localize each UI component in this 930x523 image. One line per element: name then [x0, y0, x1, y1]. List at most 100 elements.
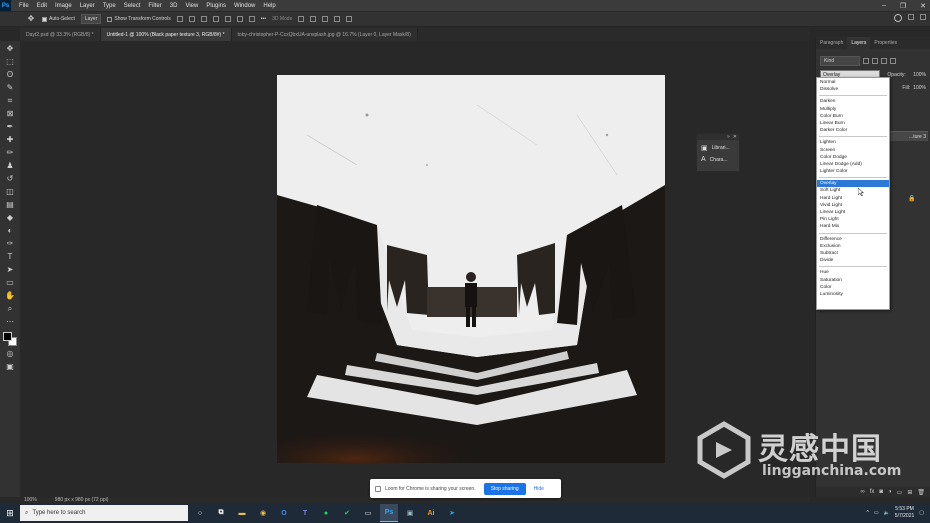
illustrator-icon[interactable]: Ai — [422, 504, 440, 522]
blend-mode-option[interactable]: Subtract — [817, 250, 889, 257]
layer-row[interactable]: ...ture 3 — [890, 131, 928, 141]
filter-shape-icon[interactable] — [890, 58, 896, 64]
blend-mode-option[interactable]: Saturation — [817, 277, 889, 284]
photoshop-taskbar-icon[interactable]: Ps — [380, 504, 398, 522]
blend-mode-dropdown[interactable]: Normal Dissolve Darken Multiply Color Burn Li… — [816, 77, 890, 310]
quick-select-icon[interactable]: ✎ — [5, 83, 15, 93]
blend-mode-option[interactable]: Hue — [817, 269, 889, 276]
healing-icon[interactable]: ✚ — [5, 135, 15, 145]
more-options-icon[interactable]: ••• — [261, 16, 266, 22]
blend-mode-option[interactable]: Color Burn — [817, 113, 889, 120]
blend-mode-option[interactable]: Linear Burn — [817, 120, 889, 127]
distribute-icon[interactable] — [248, 16, 255, 22]
blend-mode-option[interactable]: Screen — [817, 147, 889, 154]
hand-icon[interactable]: ✋ — [5, 291, 15, 301]
blend-mode-option[interactable]: Lighten — [817, 139, 889, 146]
eyedropper-icon[interactable]: ✒ — [5, 122, 15, 132]
menu-layer[interactable]: Layer — [76, 3, 99, 9]
type-icon[interactable]: T — [5, 252, 15, 262]
filter-type-icon[interactable] — [881, 58, 887, 64]
blend-mode-option[interactable]: Hard Light — [817, 195, 889, 202]
layer-kind-select[interactable]: Kind — [820, 56, 860, 66]
tray-arrow-icon[interactable]: ^ — [866, 510, 868, 516]
telegram-icon[interactable]: ➤ — [443, 504, 461, 522]
terminal-icon[interactable]: ▭ — [359, 504, 377, 522]
opacity-value[interactable]: 100% — [913, 72, 926, 78]
align-top-icon[interactable] — [212, 16, 219, 22]
chrome-icon[interactable]: ◉ — [254, 504, 272, 522]
frame-icon[interactable]: ⊠ — [5, 109, 15, 119]
minimize-icon[interactable]: – — [882, 2, 886, 9]
pan-3d-icon[interactable] — [322, 16, 329, 22]
libraries-button[interactable]: ▣ Librari... — [697, 140, 739, 152]
maximize-icon[interactable]: ❐ — [900, 2, 906, 10]
blend-mode-option[interactable]: Darker Color — [817, 127, 889, 134]
blend-mode-option[interactable]: Divide — [817, 257, 889, 264]
dodge-icon[interactable]: ◐ — [5, 226, 15, 236]
scale-3d-icon[interactable] — [346, 16, 353, 22]
file-explorer-icon[interactable]: ▬ — [233, 504, 251, 522]
blend-mode-option[interactable]: Pin Light — [817, 216, 889, 223]
blend-mode-option[interactable]: Multiply — [817, 106, 889, 113]
brush-icon[interactable]: ✏ — [5, 148, 15, 158]
blur-icon[interactable]: ◆ — [5, 213, 15, 223]
tab-document-1[interactable]: Dayt2.psd @ 33.3% (RGB/8) * — [20, 28, 101, 41]
blend-mode-option[interactable]: Normal — [817, 79, 889, 86]
close-icon[interactable]: ✕ — [920, 2, 926, 10]
auto-select-target-select[interactable]: Layer — [80, 14, 102, 24]
align-middle-icon[interactable] — [224, 16, 231, 22]
photoshop-logo[interactable]: Ps — [0, 0, 11, 11]
blend-mode-option[interactable]: Linear Dodge (Add) — [817, 161, 889, 168]
tab-properties[interactable]: Properties — [870, 37, 901, 49]
document-canvas[interactable] — [277, 75, 665, 463]
search-icon[interactable] — [894, 14, 902, 22]
clock[interactable]: 5:53 PM 5/7/2021 — [895, 506, 914, 520]
window-app-icon[interactable]: ▣ — [401, 504, 419, 522]
blend-mode-option[interactable]: Soft Light — [817, 187, 889, 194]
auto-select-checkbox[interactable]: Auto-Select — [42, 16, 75, 22]
history-brush-icon[interactable]: ↺ — [5, 174, 15, 184]
character-button[interactable]: A Chara... — [697, 152, 739, 163]
menu-image[interactable]: Image — [51, 3, 76, 9]
volume-icon[interactable]: 🔈 — [884, 510, 890, 516]
outlook-icon[interactable]: O — [275, 504, 293, 522]
delete-layer-icon[interactable]: 🗑 — [917, 489, 925, 496]
workspace-icon[interactable] — [908, 14, 914, 20]
menu-window[interactable]: Window — [230, 3, 259, 9]
marquee-icon[interactable]: ⬚ — [5, 57, 15, 67]
menu-edit[interactable]: Edit — [33, 3, 51, 9]
orbit-3d-icon[interactable] — [298, 16, 305, 22]
collapse-icon[interactable]: » — [727, 134, 730, 140]
stop-sharing-button[interactable]: Stop sharing — [483, 482, 526, 495]
blend-mode-option[interactable]: Darken — [817, 98, 889, 105]
foreground-color-swatch[interactable] — [3, 332, 12, 341]
menu-help[interactable]: Help — [259, 3, 279, 9]
roll-3d-icon[interactable] — [310, 16, 317, 22]
move-tool-preset-icon[interactable]: ✥ — [26, 14, 36, 24]
network-icon[interactable]: ▭ — [874, 510, 879, 516]
move-icon[interactable]: ✥ — [5, 44, 15, 54]
blend-mode-option[interactable]: Linear Light — [817, 209, 889, 216]
gradient-icon[interactable]: ▤ — [5, 200, 15, 210]
transform-controls-checkbox[interactable]: Show Transform Controls — [107, 16, 171, 22]
menu-3d[interactable]: 3D — [166, 3, 182, 9]
menu-file[interactable]: File — [15, 3, 33, 9]
slide-3d-icon[interactable] — [334, 16, 341, 22]
path-select-icon[interactable]: ➤ — [5, 265, 15, 275]
zoom-icon[interactable]: ⌕ — [5, 304, 15, 314]
taskbar-search[interactable]: ⌕ Type here to search — [20, 505, 188, 521]
pen-icon[interactable]: ✑ — [5, 239, 15, 249]
align-right-icon[interactable] — [200, 16, 207, 22]
align-center-icon[interactable] — [188, 16, 195, 22]
menu-view[interactable]: View — [181, 3, 202, 9]
share-icon[interactable] — [920, 14, 926, 20]
shape-icon[interactable]: ▭ — [5, 278, 15, 288]
align-left-icon[interactable] — [176, 16, 183, 22]
menu-plugins[interactable]: Plugins — [202, 3, 230, 9]
teams-icon[interactable]: T — [296, 504, 314, 522]
align-bottom-icon[interactable] — [236, 16, 243, 22]
blend-mode-option[interactable]: Exclusion — [817, 243, 889, 250]
tab-layers[interactable]: Layers — [847, 37, 871, 49]
close-icon[interactable]: ✕ — [733, 134, 737, 140]
lasso-icon[interactable]: ʘ — [5, 70, 15, 80]
